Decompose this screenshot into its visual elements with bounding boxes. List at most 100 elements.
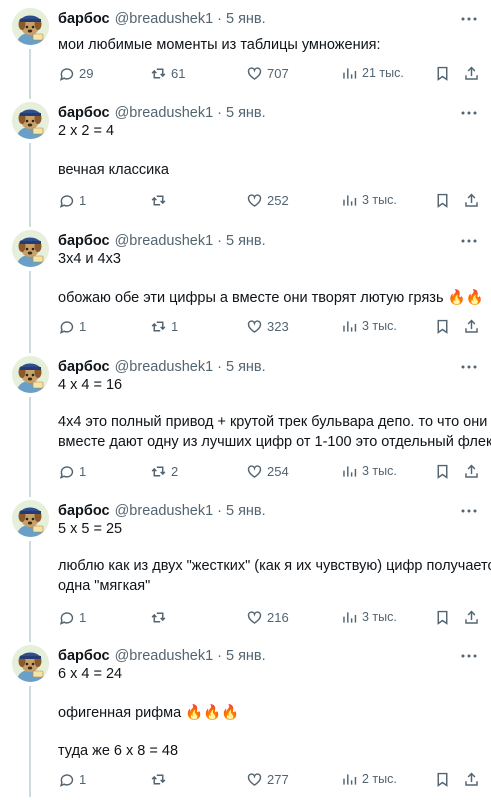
bookmark-icon [437,66,447,81]
thread-connector-line [29,49,31,99]
author-handle[interactable]: @breadushek1 [115,648,214,664]
bookmark-icon [437,610,447,625]
replies-count: 1 [79,192,87,208]
views-count: 21 тыс. [362,66,404,80]
retweet-button[interactable] [150,769,171,789]
share-button[interactable] [461,607,481,627]
more-icon[interactable] [458,503,480,519]
avatar[interactable] [12,230,49,267]
author-handle[interactable]: @breadushek1 [115,359,214,375]
views-count: 2 тыс. [362,772,397,786]
post-date[interactable]: 5 янв. [226,359,266,375]
reply-button[interactable]: 1 [58,316,86,336]
avatar[interactable] [12,102,49,139]
tweet-text-line: 2 x 2 = 4 [58,123,115,139]
author-handle[interactable]: @breadushek1 [115,233,214,249]
share-button[interactable] [461,63,481,83]
like-button[interactable]: 277 [246,769,289,789]
more-icon[interactable] [458,11,480,27]
more-icon[interactable] [458,233,480,249]
tweet-actions: 29 61 707 21 тыс. [58,63,478,83]
author-handle[interactable]: @breadushek1 [115,503,214,519]
share-button[interactable] [461,190,481,210]
author-handle[interactable]: @breadushek1 [115,105,214,121]
avatar[interactable] [12,645,49,682]
views-button[interactable]: 3 тыс. [341,607,397,627]
dog-avatar-image [12,8,49,45]
tweet-text-line: мои любимые моменты из таблицы умножения… [58,37,381,53]
views-icon [343,611,357,623]
author-name[interactable]: барбос [58,359,110,375]
like-button[interactable]: 323 [246,316,289,336]
share-button[interactable] [461,316,481,336]
avatar[interactable] [12,8,49,45]
reply-button[interactable]: 1 [58,461,86,481]
more-icon[interactable] [458,105,480,121]
reply-button[interactable]: 1 [58,769,86,789]
author-handle[interactable]: @breadushek1 [115,11,214,27]
views-button[interactable]: 2 тыс. [341,769,397,789]
views-button[interactable]: 21 тыс. [341,63,404,83]
like-button[interactable]: 216 [246,607,289,627]
retweet-button[interactable] [150,190,171,210]
retweet-icon [151,774,166,784]
tweet-text-line: вечная классика [58,162,169,178]
author-name[interactable]: барбос [58,503,110,519]
reply-button[interactable]: 1 [58,607,86,627]
author-name[interactable]: барбос [58,648,110,664]
thread-connector-line [29,686,31,797]
tweet-text-line: 4 x 4 = 16 [58,377,123,393]
like-button[interactable]: 252 [246,190,289,210]
bookmark-button[interactable] [432,316,452,336]
share-icon [464,610,478,624]
tweet-text-line: офигенная рифма 🔥🔥🔥 [58,705,240,721]
views-button[interactable]: 3 тыс. [341,461,397,481]
post-date[interactable]: 5 янв. [226,648,266,664]
reply-button[interactable]: 1 [58,190,86,210]
bookmark-button[interactable] [432,607,452,627]
author-name[interactable]: барбос [58,233,110,249]
tweet-actions: 1 277 2 тыс. [58,769,478,789]
post-date[interactable]: 5 янв. [226,233,266,249]
heart-icon [247,772,262,786]
retweet-button[interactable]: 61 [150,63,185,83]
post-date[interactable]: 5 янв. [226,105,266,121]
retweets-count: 1 [171,318,179,334]
more-icon[interactable] [458,359,480,375]
like-button[interactable]: 707 [246,63,289,83]
retweet-icon [151,195,166,205]
retweet-button[interactable]: 1 [150,316,178,336]
share-icon [464,193,478,207]
reply-icon [59,773,74,787]
retweet-button[interactable]: 2 [150,461,178,481]
author-name[interactable]: барбос [58,105,110,121]
post-date[interactable]: 5 янв. [226,503,266,519]
views-button[interactable]: 3 тыс. [341,190,397,210]
share-button[interactable] [461,769,481,789]
tweet-header: барбос @breadushek1 · 5 янв. [58,9,266,29]
views-icon [343,320,357,332]
bookmark-button[interactable] [432,461,452,481]
bookmark-button[interactable] [432,190,452,210]
separator-dot: · [217,105,222,121]
heart-icon [247,66,262,80]
avatar[interactable] [12,500,49,537]
views-count: 3 тыс. [362,319,397,333]
tweet-text-line: 5 x 5 = 25 [58,521,123,537]
bookmark-button[interactable] [432,769,452,789]
reply-button[interactable]: 29 [58,63,93,83]
share-button[interactable] [461,461,481,481]
views-button[interactable]: 3 тыс. [341,316,397,336]
like-button[interactable]: 254 [246,461,289,481]
avatar[interactable] [12,356,49,393]
more-icon[interactable] [458,648,480,664]
author-name[interactable]: барбос [58,11,110,27]
post-date[interactable]: 5 янв. [226,11,266,27]
bookmark-button[interactable] [432,63,452,83]
share-icon [464,772,478,786]
separator-dot: · [217,359,222,375]
tweet-text-line: вместе дают одну из лучших цифр от 1-100… [58,434,491,450]
retweet-button[interactable] [150,607,171,627]
replies-count: 1 [79,771,87,787]
reply-icon [59,67,74,81]
